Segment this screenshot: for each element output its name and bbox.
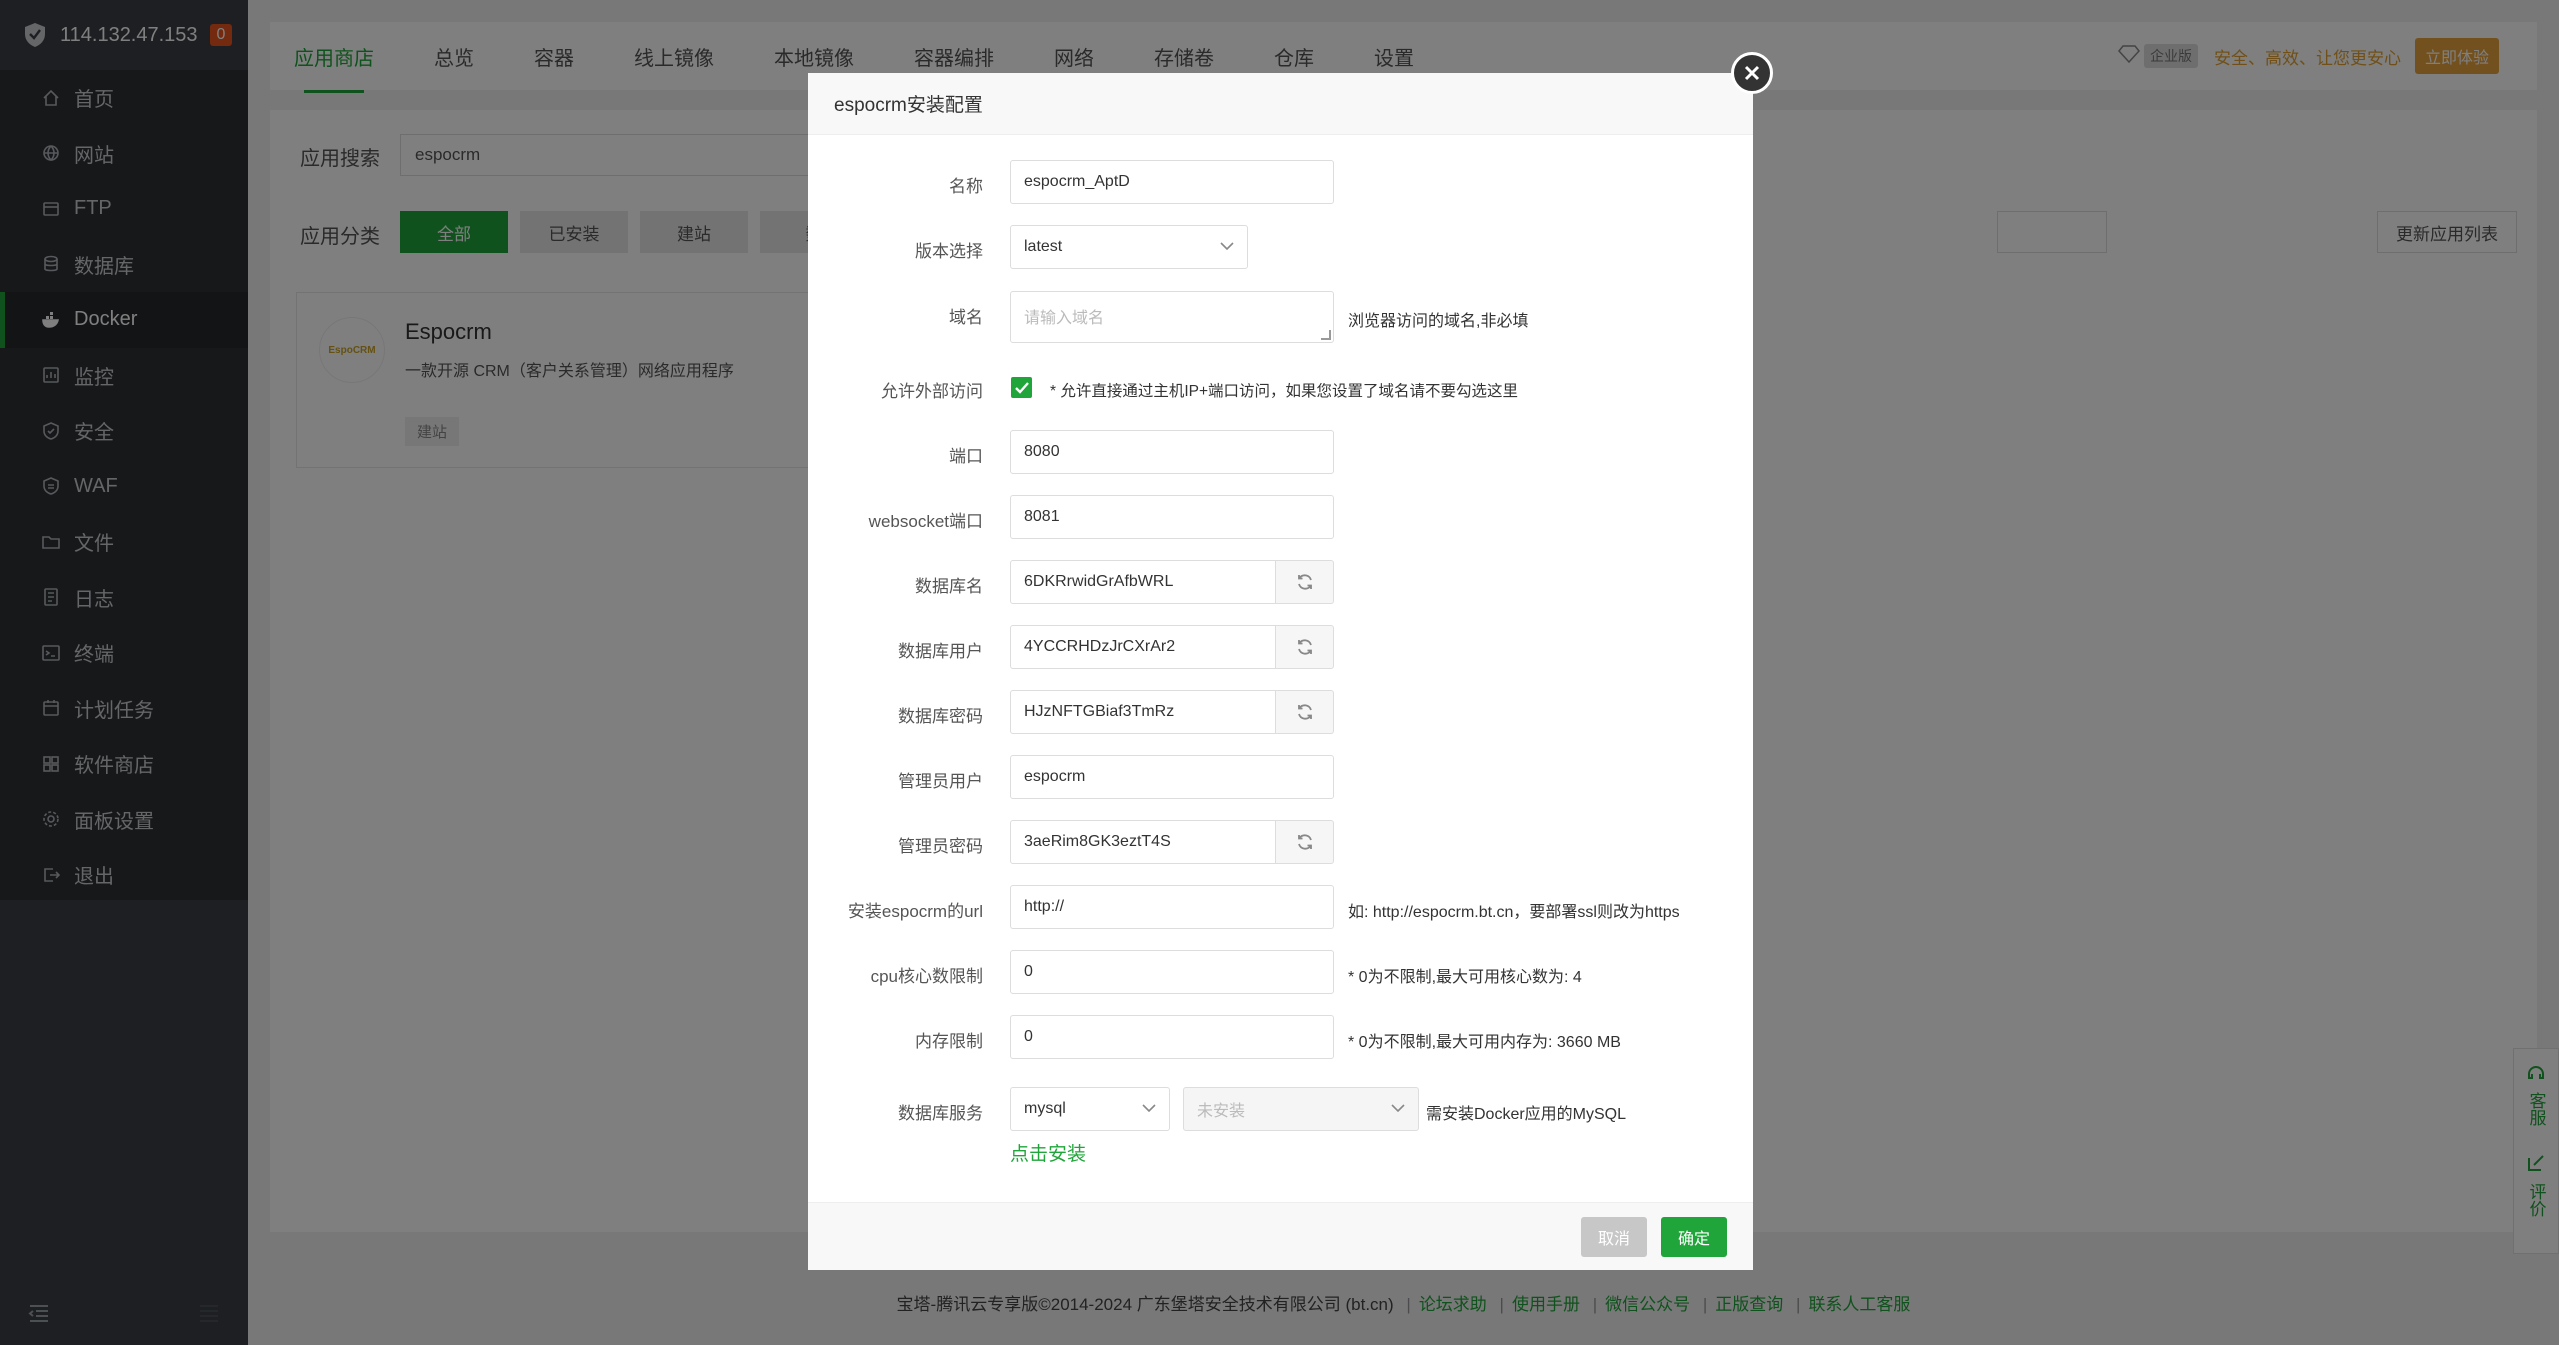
cpu-limit-label: cpu核心数限制 xyxy=(870,967,983,986)
db-service-value: mysql xyxy=(1024,1100,1066,1117)
external-access-checkbox[interactable] xyxy=(1011,377,1032,398)
domain-textarea[interactable]: 请输入域名 xyxy=(1010,291,1334,343)
db-service-select[interactable]: mysql xyxy=(1010,1087,1170,1131)
modal-title: espocrm安装配置 xyxy=(808,73,1753,135)
cpu-limit-input[interactable]: 0 xyxy=(1010,950,1334,994)
install-mysql-link[interactable]: 点击安装 xyxy=(1010,1139,1086,1166)
db-name-input[interactable]: 6DKRrwidGrAfbWRL xyxy=(1010,560,1276,604)
db-password-regenerate-button[interactable] xyxy=(1276,690,1334,734)
admin-password-input[interactable]: 3aeRim8GK3eztT4S xyxy=(1010,820,1276,864)
external-access-label: 允许外部访问 xyxy=(881,382,983,401)
db-user-label: 数据库用户 xyxy=(898,642,983,661)
close-modal-button[interactable] xyxy=(1731,52,1773,94)
db-user-regenerate-button[interactable] xyxy=(1276,625,1334,669)
db-password-label: 数据库密码 xyxy=(898,707,983,726)
modal-footer: 取消 确定 xyxy=(808,1202,1753,1270)
url-input[interactable]: http:// xyxy=(1010,885,1334,929)
db-instance-value: 未安装 xyxy=(1197,1103,1246,1120)
cancel-button[interactable]: 取消 xyxy=(1581,1217,1647,1257)
db-password-input[interactable]: HJzNFTGBiaf3TmRz xyxy=(1010,690,1276,734)
port-input[interactable]: 8080 xyxy=(1010,430,1334,474)
external-access-hint: * 允许直接通过主机IP+端口访问，如果您设置了域名请不要勾选这里 xyxy=(1050,383,1519,400)
url-label: 安装espocrm的url xyxy=(847,902,983,921)
chevron-down-icon xyxy=(1142,1100,1156,1118)
websocket-port-input[interactable]: 8081 xyxy=(1010,495,1334,539)
db-service-hint: 需安装Docker应用的MySQL xyxy=(1426,1106,1627,1123)
admin-password-regenerate-button[interactable] xyxy=(1276,820,1334,864)
checkmark-icon xyxy=(1014,381,1029,394)
domain-label: 域名 xyxy=(949,308,983,327)
db-user-input[interactable]: 4YCCRHDzJrCXrAr2 xyxy=(1010,625,1276,669)
refresh-icon xyxy=(1297,639,1312,655)
install-config-modal: espocrm安装配置 名称 espocrm_AptD 版本选择 latest … xyxy=(808,73,1753,1270)
version-label: 版本选择 xyxy=(915,242,983,261)
websocket-port-label: websocket端口 xyxy=(868,512,983,531)
memory-limit-input[interactable]: 0 xyxy=(1010,1015,1334,1059)
version-value: latest xyxy=(1024,238,1063,255)
refresh-icon xyxy=(1297,574,1312,590)
db-service-label: 数据库服务 xyxy=(898,1104,983,1123)
resize-grip-icon[interactable] xyxy=(1321,330,1331,340)
name-input[interactable]: espocrm_AptD xyxy=(1010,160,1334,204)
chevron-down-icon xyxy=(1391,1100,1405,1118)
close-icon xyxy=(1744,65,1760,81)
domain-hint: 浏览器访问的域名,非必填 xyxy=(1348,313,1529,330)
port-label: 端口 xyxy=(949,447,983,466)
cpu-limit-hint: * 0为不限制,最大可用核心数为: 4 xyxy=(1348,969,1582,986)
refresh-icon xyxy=(1297,704,1312,720)
admin-user-input[interactable]: espocrm xyxy=(1010,755,1334,799)
admin-password-label: 管理员密码 xyxy=(898,837,983,856)
url-hint: 如: http://espocrm.bt.cn，要部署ssl则改为https xyxy=(1348,904,1680,921)
db-instance-select: 未安装 xyxy=(1183,1087,1419,1131)
refresh-icon xyxy=(1297,834,1312,850)
memory-limit-label: 内存限制 xyxy=(915,1032,983,1051)
db-name-regenerate-button[interactable] xyxy=(1276,560,1334,604)
version-select[interactable]: latest xyxy=(1010,225,1248,269)
memory-limit-hint: * 0为不限制,最大可用内存为: 3660 MB xyxy=(1348,1034,1621,1051)
db-name-label: 数据库名 xyxy=(915,577,983,596)
domain-placeholder: 请输入域名 xyxy=(1024,310,1105,327)
chevron-down-icon xyxy=(1220,238,1234,256)
name-label: 名称 xyxy=(949,177,983,196)
admin-user-label: 管理员用户 xyxy=(898,772,983,791)
confirm-button[interactable]: 确定 xyxy=(1661,1217,1727,1257)
